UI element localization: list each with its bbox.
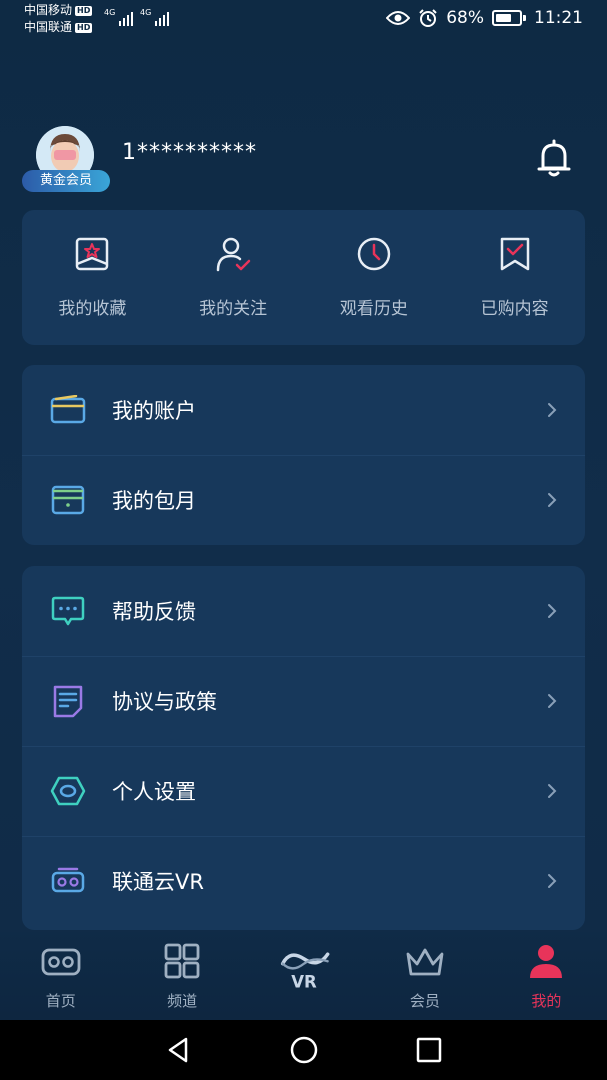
battery-icon: [492, 10, 526, 26]
nav-mine[interactable]: 我的: [486, 932, 607, 1020]
menu-item-unicom-vr[interactable]: 联通云VR: [22, 836, 585, 926]
bell-icon[interactable]: [536, 138, 572, 178]
chevron-right-icon: [548, 604, 557, 618]
chevron-right-icon: [548, 874, 557, 888]
follow-icon: [216, 237, 251, 272]
quick-actions-card: 我的收藏 我的关注 观看历史 已购内容: [22, 210, 585, 345]
nav-label: 频道: [167, 992, 198, 1010]
username[interactable]: 1**********: [122, 140, 257, 165]
nav-label: 首页: [45, 992, 76, 1010]
hexagon-settings-icon: [48, 771, 88, 811]
quick-item-label: 已购内容: [480, 299, 549, 319]
grid-icon: [164, 943, 200, 979]
menu-item-label: 我的包月: [112, 489, 196, 513]
nav-channels[interactable]: 频道: [121, 932, 242, 1020]
nav-member[interactable]: 会员: [364, 932, 485, 1020]
quick-item-label: 我的关注: [199, 299, 268, 319]
vr-logo-icon: VR: [280, 952, 329, 990]
document-icon: [48, 681, 88, 721]
carrier-1: 中国移动 HD: [24, 3, 93, 17]
menu-group-settings: 帮助反馈 协议与政策 个人设置 联通云VR: [22, 566, 585, 930]
bottom-nav: 首页 频道 VR 会员 我的: [0, 932, 607, 1020]
battery-percent: 68%: [446, 8, 484, 28]
signal-icon: 4G: [104, 8, 134, 26]
system-nav-bar: [0, 1020, 607, 1080]
alarm-icon: [419, 9, 437, 27]
quick-item-favorites[interactable]: 我的收藏: [22, 210, 163, 345]
menu-item-subscription[interactable]: 我的包月: [22, 455, 585, 545]
chevron-right-icon: [548, 403, 557, 417]
nav-home[interactable]: 首页: [0, 932, 121, 1020]
chevron-right-icon: [548, 784, 557, 798]
chevron-right-icon: [548, 694, 557, 708]
vr-logo-text: VR: [291, 972, 317, 990]
eye-icon: [386, 11, 411, 25]
chat-feedback-icon: [48, 591, 88, 631]
menu-item-label: 我的账户: [112, 399, 196, 423]
member-badge: 黄金会员: [22, 170, 110, 192]
menu-item-agreement-policy[interactable]: 协议与政策: [22, 656, 585, 746]
quick-item-purchased[interactable]: 已购内容: [444, 210, 585, 345]
quick-item-history[interactable]: 观看历史: [304, 210, 445, 345]
favorites-icon: [76, 237, 109, 271]
menu-item-account[interactable]: 我的账户: [22, 365, 585, 455]
nav-label: 我的: [531, 992, 562, 1010]
menu-item-label: 协议与政策: [112, 690, 217, 714]
menu-item-label: 个人设置: [112, 780, 196, 804]
subscription-box-icon: [48, 480, 88, 520]
history-icon: [357, 237, 391, 271]
menu-item-help-feedback[interactable]: 帮助反馈: [22, 566, 585, 656]
carrier-2: 中国联通 HD: [24, 20, 93, 34]
chevron-right-icon: [548, 493, 557, 507]
menu-item-label: 帮助反馈: [112, 600, 196, 624]
quick-item-follow[interactable]: 我的关注: [163, 210, 304, 345]
quick-item-label: 观看历史: [339, 299, 408, 319]
status-bar: 中国移动 HD 中国联通 HD 4G 4G 68% 11:21: [0, 0, 607, 40]
back-icon[interactable]: [164, 1035, 194, 1065]
nav-label: 会员: [409, 992, 440, 1010]
person-icon: [530, 945, 563, 978]
status-right: 68% 11:21: [386, 8, 583, 28]
vr-headset-icon: [48, 861, 88, 901]
crown-icon: [406, 948, 444, 976]
menu-group-account: 我的账户 我的包月: [22, 365, 585, 545]
purchased-icon: [500, 237, 529, 271]
recents-icon[interactable]: [414, 1035, 444, 1065]
menu-item-label: 联通云VR: [112, 870, 204, 894]
nav-vr[interactable]: VR: [243, 932, 364, 1020]
wallet-icon: [48, 390, 88, 430]
vr-headset-icon: [41, 948, 81, 976]
clock: 11:21: [534, 8, 583, 28]
home-icon[interactable]: [289, 1035, 319, 1065]
signal-icon: 4G: [140, 8, 170, 26]
quick-item-label: 我的收藏: [58, 299, 127, 319]
menu-item-personal-settings[interactable]: 个人设置: [22, 746, 585, 836]
